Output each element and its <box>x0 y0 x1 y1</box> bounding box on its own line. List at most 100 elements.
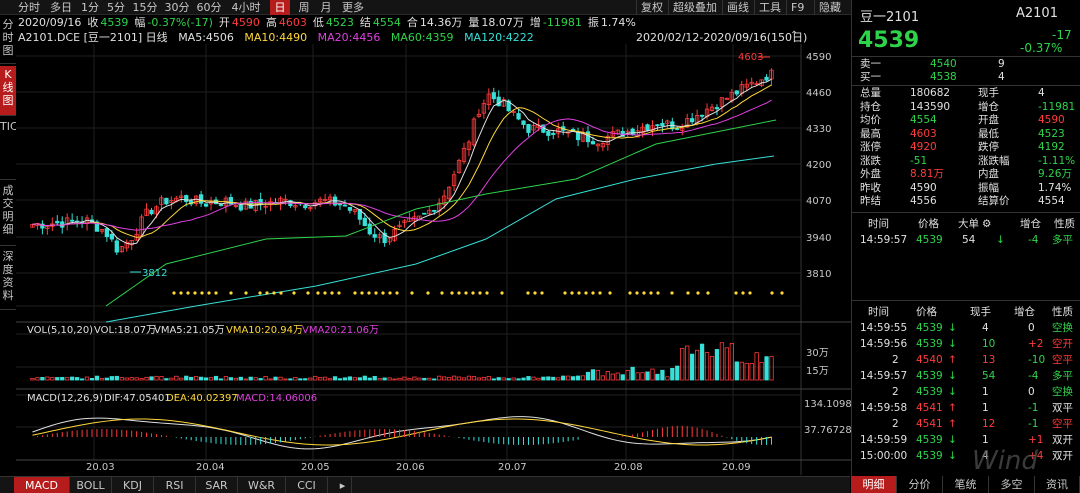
more-tab[interactable]: 更多 <box>338 0 368 15</box>
tick-row[interactable]: 2 4539 1 0 空换 ↓ <box>852 387 1080 398</box>
tick-size: 13 <box>982 354 996 366</box>
period-tab[interactable]: 周 <box>294 0 314 15</box>
volume-bar <box>630 366 635 381</box>
tick-row[interactable]: 14:59:57 4539 54 -4 多平 ↓ <box>852 371 1080 382</box>
tick-row[interactable]: 14:59:59 4539 1 +1 双开 ↓ <box>852 435 1080 446</box>
up-arrow-icon: ↑ <box>948 402 957 414</box>
stat-label: 开盘 <box>978 114 999 126</box>
candle-body <box>699 114 705 117</box>
tick-row[interactable]: 14:59:58 4541 1 -1 双平 ↑ <box>852 403 1080 414</box>
tick-row[interactable]: 14:59:56 4539 10 +2 空开 ↓ <box>852 339 1080 350</box>
stat-label: 昨结 <box>860 195 881 207</box>
stat-label: 最高 <box>860 127 881 140</box>
bigtrade-type: 多平 <box>1052 234 1073 246</box>
signal-star <box>608 291 612 295</box>
side-tab-tick[interactable]: TICK <box>0 118 25 180</box>
col-big: 大单 <box>958 218 979 230</box>
overlay-button[interactable]: 超级叠加 <box>668 0 720 15</box>
signal-star <box>272 291 276 295</box>
period-tab[interactable]: 60分 <box>194 0 224 15</box>
info-open: 4590 <box>231 16 260 29</box>
down-arrow-icon: ↓ <box>948 338 957 350</box>
kline-chart[interactable]: 4590 4460 4330 4200 4070 3940 3810 4603 … <box>16 44 851 475</box>
rtab-detail[interactable]: 明细 <box>851 476 897 493</box>
rtab-pricebook[interactable]: 分价 <box>897 476 943 493</box>
tab-macd[interactable]: MACD <box>14 477 70 493</box>
tick-row[interactable]: 2 4541 12 -1 空平 ↑ <box>852 419 1080 430</box>
stat-label: 现手 <box>978 87 999 99</box>
side-tab-timeshare[interactable]: 分时图 <box>0 16 16 64</box>
f9-button[interactable]: F9 <box>786 0 812 15</box>
candle-body <box>198 194 204 204</box>
chevron-up-icon[interactable]: ⌃ <box>790 31 800 41</box>
period-tab[interactable]: 30分 <box>162 0 192 15</box>
tab-boll[interactable]: BOLL <box>70 477 112 493</box>
period-tab[interactable]: 4小时 <box>226 0 266 15</box>
draw-button[interactable]: 画线 <box>722 0 752 15</box>
period-tab[interactable]: 分时 <box>14 0 44 15</box>
rtab-news[interactable]: 资讯 <box>1035 476 1080 493</box>
rtab-stats[interactable]: 笔统 <box>943 476 989 493</box>
volume-bar <box>521 377 526 381</box>
tick-price: 4540 <box>916 354 943 366</box>
tab-kdj[interactable]: KDJ <box>112 477 154 493</box>
volume-bar <box>109 376 114 381</box>
gear-icon[interactable]: ⚙ <box>982 219 991 230</box>
low-annotation: 3812 <box>142 268 167 279</box>
period-tab-active[interactable]: 日 <box>270 0 290 15</box>
info-close: 4539 <box>100 16 129 29</box>
signal-star <box>410 291 414 295</box>
tick-type: 空开 <box>1052 338 1073 350</box>
signal-star <box>330 291 334 295</box>
candle-body <box>645 124 650 131</box>
tick-size: 1 <box>982 434 989 446</box>
period-tab[interactable]: 1分 <box>78 0 102 15</box>
signal-star <box>367 291 371 295</box>
tab-rsi[interactable]: RSI <box>154 477 196 493</box>
candle-body <box>764 76 769 81</box>
side-tab-depth[interactable]: 深度资料 <box>0 248 16 310</box>
signal-star <box>780 291 784 295</box>
candle-body <box>432 210 437 212</box>
tab-wr[interactable]: W&R <box>238 477 286 493</box>
tab-sar[interactable]: SAR <box>196 477 238 493</box>
info-high: 4603 <box>278 16 307 29</box>
bigtrade-row[interactable]: 14:59:57 4539 54 ↓ -4 多平 <box>852 235 1080 246</box>
side-tab-trades[interactable]: 成交明细 <box>0 182 16 246</box>
date-tick: 20.03 <box>86 462 115 473</box>
signal-star <box>478 291 482 295</box>
expand-icon[interactable]: ▸ <box>334 477 352 493</box>
period-tab[interactable]: 月 <box>316 0 336 15</box>
signal-star <box>229 291 233 295</box>
signal-star <box>577 291 581 295</box>
period-tab[interactable]: 15分 <box>130 0 160 15</box>
hide-button[interactable]: 隐藏 <box>814 0 850 15</box>
adjust-button[interactable]: 复权 <box>636 0 666 15</box>
signal-star <box>635 291 639 295</box>
stat-label: 内盘 <box>978 168 999 180</box>
signal-star <box>265 291 269 295</box>
tick-row[interactable]: 15:00:00 4539 4 +4 双开 ↓ <box>852 451 1080 462</box>
stat-value: 4556 <box>910 195 937 207</box>
tick-row[interactable]: 2 4540 13 -10 空平 ↑ <box>852 355 1080 366</box>
candle-body <box>521 120 526 125</box>
tick-oi: -4 <box>1028 370 1039 382</box>
volume-bar <box>228 377 234 381</box>
tick-type: 空换 <box>1052 322 1073 334</box>
volume-bar <box>94 375 100 381</box>
tick-row[interactable]: 14:59:55 4539 4 0 空换 ↓ <box>852 323 1080 334</box>
tools-button[interactable]: 工具 <box>754 0 784 15</box>
tab-cci[interactable]: CCI <box>286 477 328 493</box>
volume-bar <box>89 377 95 381</box>
tick-size: 12 <box>982 418 996 430</box>
period-tab[interactable]: 5分 <box>104 0 128 15</box>
tick-oi: -1 <box>1028 402 1039 414</box>
signal-star <box>464 291 468 295</box>
rtab-longshort[interactable]: 多空 <box>989 476 1035 493</box>
candle-body <box>546 131 551 136</box>
stat-value: 4590 <box>910 181 937 194</box>
volume-bar <box>288 378 293 381</box>
tick-time: 14:59:57 <box>860 370 908 382</box>
side-tab-kline[interactable]: K线图 <box>0 66 16 116</box>
period-tab[interactable]: 多日 <box>46 0 76 15</box>
